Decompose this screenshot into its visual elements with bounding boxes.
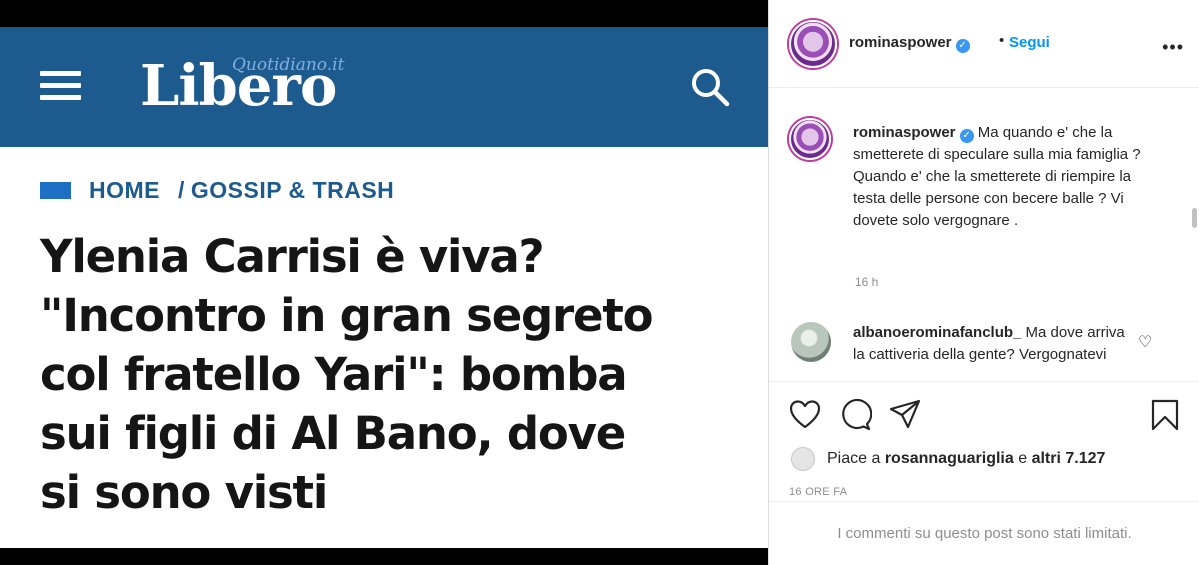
headline-line: col fratello Yari": bomba <box>40 348 628 401</box>
comment-avatar[interactable] <box>791 322 831 362</box>
bookmark-icon[interactable] <box>1148 398 1182 432</box>
caption-username[interactable]: rominaspower <box>853 124 956 141</box>
heart-icon[interactable] <box>788 398 822 432</box>
post-image: Libero Quotidiano.it HOME / GOSSIP & TRA… <box>0 0 768 565</box>
article-screenshot: Libero Quotidiano.it HOME / GOSSIP & TRA… <box>0 27 768 548</box>
username-text[interactable]: rominaspower <box>849 34 952 51</box>
logo-sub-text: Quotidiano.it <box>232 55 345 75</box>
headline-line: Ylenia Carrisi è viva? <box>40 230 545 283</box>
scrollbar[interactable] <box>1192 208 1197 228</box>
likes-prefix: Piace a <box>827 450 881 467</box>
likes-joiner: e <box>1018 450 1028 467</box>
username-link[interactable]: rominaspower ✓ <box>849 34 970 53</box>
more-options-icon[interactable]: ••• <box>1162 37 1184 58</box>
comment-icon[interactable] <box>838 398 872 432</box>
breadcrumb-marker <box>40 181 71 199</box>
headline-line: "Incontro in gran segreto <box>40 289 654 342</box>
site-logo: Libero Quotidiano.it <box>140 49 370 129</box>
headline-line: sui figli di Al Bano, dove <box>40 407 626 460</box>
breadcrumb-category: GOSSIP & TRASH <box>190 176 395 203</box>
post-header: rominaspower ✓ • Segui ••• <box>769 0 1199 88</box>
comments-list[interactable]: rominaspower ✓ Ma quando e' che la smette… <box>769 88 1199 381</box>
headline-line: si sono visti <box>40 466 328 519</box>
post-sidebar: rominaspower ✓ • Segui ••• rominaspower ✓ … <box>768 0 1199 565</box>
post-date[interactable]: 16 ORE FA <box>789 486 847 498</box>
comments-limited-notice: I commenti su questo post sono stati lim… <box>769 501 1199 565</box>
comment-like-heart-icon[interactable]: ♡ <box>1138 332 1152 352</box>
liker-username[interactable]: rosannaguariglia <box>885 450 1014 468</box>
comment-username[interactable]: albanoerominafanclub_ <box>853 324 1021 341</box>
hamburger-menu-icon <box>40 71 81 103</box>
verified-badge-icon: ✓ <box>959 129 974 143</box>
article-headline: Ylenia Carrisi è viva? "Incontro in gran… <box>40 227 755 522</box>
breadcrumb: HOME / GOSSIP & TRASH <box>40 175 394 205</box>
share-icon[interactable] <box>888 398 922 432</box>
verified-badge-icon: ✓ <box>955 39 970 53</box>
caption: rominaspower ✓ Ma quando e' che la smette… <box>853 122 1153 232</box>
follow-button[interactable]: Segui <box>1009 34 1050 51</box>
comment: albanoerominafanclub_ Ma dove arriva la … <box>853 322 1133 366</box>
site-header: Libero Quotidiano.it <box>0 27 768 147</box>
caption-timestamp[interactable]: 16 h <box>855 275 878 289</box>
separator-dot: • <box>999 32 1005 49</box>
breadcrumb-home: HOME <box>89 176 160 203</box>
liker-avatar[interactable] <box>791 447 815 471</box>
breadcrumb-separator: / <box>178 176 185 203</box>
avatar[interactable] <box>789 20 837 68</box>
likes-summary: Piace a rosannaguariglia e altri 7.127 <box>791 447 1105 471</box>
search-icon <box>692 69 730 107</box>
likes-others[interactable]: altri 7.127 <box>1032 450 1106 468</box>
actions-bar: Piace a rosannaguariglia e altri 7.127 1… <box>769 381 1199 501</box>
caption-avatar[interactable] <box>789 118 831 160</box>
